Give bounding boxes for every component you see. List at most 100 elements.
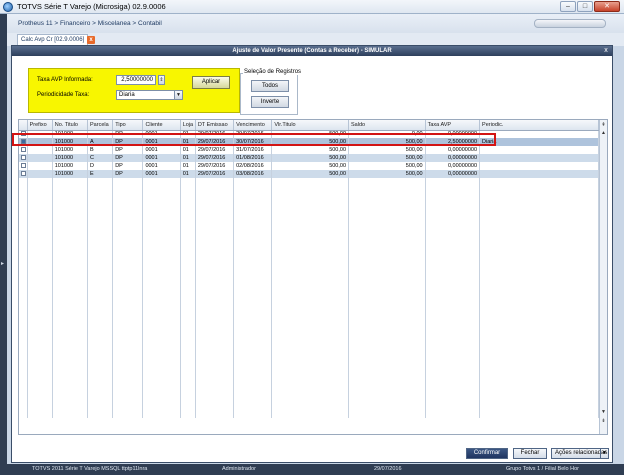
empty-cell — [19, 290, 28, 298]
minimize-button[interactable]: – — [560, 1, 576, 12]
expand-arrow-icon[interactable]: ▸ — [1, 260, 4, 267]
rate-input[interactable]: 2,50000000 — [116, 75, 156, 85]
toolbar-widget[interactable] — [534, 19, 606, 28]
empty-cell — [112, 354, 144, 362]
empty-cell — [195, 402, 235, 410]
empty-cell — [112, 386, 144, 394]
empty-cell — [479, 242, 599, 250]
column-header-cliente[interactable]: Cliente — [142, 120, 181, 131]
scroll-down-icon[interactable]: ▼ — [600, 409, 607, 416]
table-row[interactable]: 101000 B DP 0001 01 29/07/2016 31/07/2016 500,0… — [19, 146, 599, 154]
row-checkbox[interactable] — [21, 171, 26, 177]
cell-titulo: 101000 — [52, 146, 89, 154]
empty-cell — [271, 322, 350, 330]
cell-periodic — [479, 146, 599, 154]
empty-cell — [27, 250, 53, 258]
row-checkbox[interactable] — [21, 147, 26, 153]
empty-cell — [52, 258, 89, 266]
empty-cell — [348, 202, 426, 210]
table-row[interactable]: 101000 D DP 0001 01 29/07/2016 02/08/2016 500,0… — [19, 162, 599, 170]
empty-cell — [479, 178, 599, 186]
column-header-taxa[interactable]: Taxa AVP — [425, 120, 481, 131]
row-checkbox[interactable] — [21, 155, 26, 161]
breadcrumb[interactable]: Protheus 11 > Financeiro > Miscelanea > … — [18, 20, 162, 27]
scroll-bottom-icon[interactable]: ⇟ — [600, 418, 607, 425]
empty-cell — [233, 370, 273, 378]
empty-cell — [233, 322, 273, 330]
empty-cell — [348, 234, 426, 242]
empty-cell — [87, 362, 114, 370]
chevron-down-icon[interactable]: ▼ — [174, 91, 182, 99]
empty-cell — [479, 234, 599, 242]
empty-cell — [27, 194, 53, 202]
cell-periodic — [479, 170, 599, 178]
column-header-valor[interactable]: Vlr.Titulo — [271, 120, 350, 131]
empty-cell — [233, 354, 273, 362]
column-header-loja[interactable]: Loja — [180, 120, 196, 131]
period-select[interactable]: Diaria ▼ — [116, 90, 183, 100]
scroll-up-icon[interactable]: ▲ — [600, 130, 607, 137]
select-all-button[interactable]: Todos — [251, 80, 289, 92]
empty-row — [19, 258, 599, 266]
cell-periodic — [479, 130, 599, 138]
empty-cell — [112, 226, 144, 234]
empty-cell — [180, 362, 196, 370]
dialog-close-icon[interactable]: x — [602, 47, 610, 55]
column-header-titulo[interactable]: No. Titulo — [52, 120, 89, 131]
cell-prefixo — [27, 162, 53, 170]
empty-cell — [27, 386, 53, 394]
empty-cell — [142, 410, 181, 418]
invert-selection-button[interactable]: Inverte — [251, 96, 289, 108]
column-header-prefixo[interactable]: Prefixo — [27, 120, 53, 131]
column-header-parcela[interactable]: Parcela — [87, 120, 114, 131]
empty-cell — [180, 370, 196, 378]
empty-cell — [348, 314, 426, 322]
empty-cell — [479, 314, 599, 322]
empty-cell — [180, 314, 196, 322]
totvs-logo-icon — [3, 2, 13, 12]
rate-spinner-icon[interactable]: ⇕ — [158, 75, 165, 85]
empty-cell — [348, 258, 426, 266]
table-row[interactable]: 101000 C DP 0001 01 29/07/2016 01/08/2016 500,0… — [19, 154, 599, 162]
column-header-tipo[interactable]: Tipo — [112, 120, 144, 131]
column-header-vencimento[interactable]: Vencimento — [233, 120, 273, 131]
column-header-saldo[interactable]: Saldo — [348, 120, 426, 131]
close-button[interactable]: Fechar — [513, 448, 547, 459]
empty-cell — [112, 194, 144, 202]
maximize-button[interactable]: □ — [577, 1, 593, 12]
side-panel-strip[interactable]: ▸ — [0, 14, 7, 475]
empty-cell — [425, 242, 481, 250]
close-window-button[interactable]: ✕ — [594, 1, 620, 12]
table-row[interactable]: 101000 E DP 0001 01 29/07/2016 03/08/2016 500,0… — [19, 170, 599, 178]
cell-parcela: C — [87, 154, 114, 162]
empty-cell — [19, 242, 28, 250]
empty-cell — [87, 394, 114, 402]
column-header-emissao[interactable]: DT Emissao — [195, 120, 235, 131]
chevron-down-icon[interactable]: ▼ — [600, 449, 608, 458]
grid-scrollbar[interactable]: ⇞ ▲ ▼ ⇟ — [599, 120, 607, 434]
empty-cell — [112, 298, 144, 306]
empty-cell — [27, 178, 53, 186]
column-header-periodic[interactable]: Periodic. — [479, 120, 599, 131]
empty-cell — [112, 362, 144, 370]
empty-cell — [180, 274, 196, 282]
close-tab-icon[interactable]: x — [87, 36, 95, 44]
cell-prefixo — [27, 170, 53, 178]
empty-cell — [348, 354, 426, 362]
tab-calc-avp[interactable]: Calc Avp Cr [02.9.0006] — [17, 34, 89, 45]
column-header-check[interactable] — [19, 120, 28, 131]
empty-cell — [195, 186, 235, 194]
apply-button[interactable]: Aplicar — [192, 76, 230, 89]
cell-titulo: 101000 — [52, 154, 89, 162]
empty-row — [19, 210, 599, 218]
scroll-top-icon[interactable]: ⇞ — [600, 122, 607, 129]
cell-cliente: 0001 — [142, 146, 181, 154]
related-actions-button[interactable]: Ações relacionadas ▼ — [551, 448, 609, 459]
empty-cell — [19, 266, 28, 274]
empty-cell — [19, 394, 28, 402]
cell-cliente: 0001 — [142, 170, 181, 178]
row-checkbox[interactable] — [21, 163, 26, 169]
empty-cell — [112, 258, 144, 266]
confirm-button[interactable]: Confirmar — [466, 448, 508, 459]
cell-cliente: 0001 — [142, 162, 181, 170]
